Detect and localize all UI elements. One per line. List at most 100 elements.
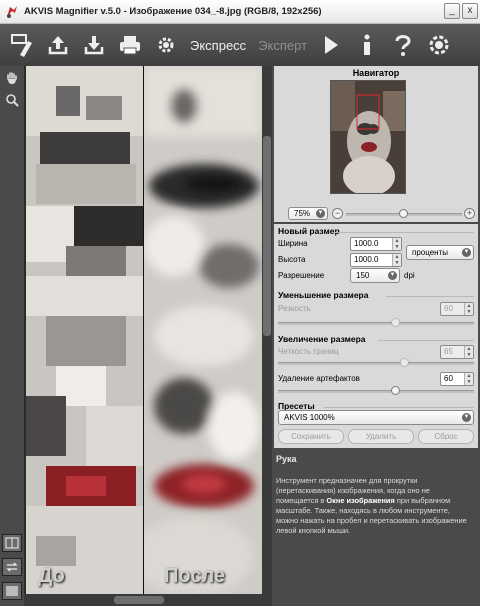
- artifact-removal-value: 60: [444, 374, 453, 383]
- help-title: Рука: [276, 454, 297, 464]
- preferences-icon: [429, 35, 449, 55]
- help-text-bold: Окне изображения: [326, 496, 395, 505]
- preset-select[interactable]: AKVIS 1000% ▼: [278, 410, 474, 425]
- print-button[interactable]: [112, 27, 148, 63]
- after-preview-image: [144, 66, 262, 594]
- zoom-in-button[interactable]: +: [464, 208, 475, 219]
- hand-tool-button[interactable]: [2, 68, 22, 88]
- close-button[interactable]: x: [462, 3, 478, 19]
- save-button[interactable]: [76, 27, 112, 63]
- resolution-unit: dpi: [404, 271, 415, 280]
- vertical-scrollbar[interactable]: [262, 66, 272, 594]
- single-view-button[interactable]: [2, 582, 22, 600]
- edge-sharpness-value: 65: [444, 347, 453, 356]
- before-preview-image: [26, 66, 144, 594]
- run-icon: [325, 36, 339, 54]
- resolution-label: Разрешение: [278, 271, 325, 280]
- chevron-down-icon: ▼: [462, 248, 471, 257]
- upload-icon: [48, 36, 68, 55]
- spinner-arrows-icon[interactable]: ▲ ▼: [464, 303, 473, 315]
- help-icon: [395, 35, 411, 56]
- spinner-arrows-icon[interactable]: ▲ ▼: [464, 373, 473, 385]
- tool-column: [0, 66, 24, 606]
- chevron-down-icon: ▼: [462, 413, 471, 422]
- settings-panel: Навигатор 75% ▼ − + Новый размер Ширина …: [272, 66, 480, 606]
- help-button[interactable]: [385, 27, 421, 63]
- spinner-arrows-icon[interactable]: ▲ ▼: [464, 346, 473, 358]
- artifact-removal-slider-thumb[interactable]: [390, 386, 400, 395]
- batch-settings-button[interactable]: [148, 27, 184, 63]
- main-toolbar: Экспресс Эксперт: [0, 24, 480, 66]
- split-view-icon: [5, 537, 19, 549]
- brush-button[interactable]: [4, 27, 40, 63]
- spinner-arrows-icon[interactable]: ▲ ▼: [392, 254, 401, 266]
- hand-icon: [7, 72, 17, 84]
- new-size-title: Новый размер: [278, 226, 340, 236]
- horizontal-scroll-thumb[interactable]: [114, 596, 164, 604]
- sharpness-label: Резкость: [278, 304, 311, 313]
- new-size-panel: Новый размер Ширина 1000.0 ▲ ▼ проценты ▼…: [274, 224, 478, 448]
- swap-view-button[interactable]: [2, 558, 22, 576]
- chevron-down-icon: ▼: [316, 209, 325, 218]
- height-input[interactable]: 1000.0 ▲ ▼: [350, 253, 402, 267]
- info-button[interactable]: [349, 27, 385, 63]
- save-preset-button[interactable]: Сохранить: [278, 429, 344, 444]
- edge-sharpness-label: Четкость границ: [278, 347, 339, 356]
- zoom-slider-thumb[interactable]: [399, 209, 408, 218]
- preferences-button[interactable]: [421, 27, 457, 63]
- unit-select[interactable]: проценты ▼: [406, 245, 474, 260]
- single-view-icon: [6, 586, 18, 596]
- height-value: 1000.0: [354, 255, 379, 264]
- sharpness-input[interactable]: 60 ▲ ▼: [440, 302, 474, 316]
- resolution-select[interactable]: 150 ▼: [350, 268, 400, 283]
- resolution-value: 150: [356, 271, 370, 280]
- navigator-thumbnail[interactable]: [330, 80, 406, 194]
- reduce-size-title: Уменьшение размера: [278, 290, 369, 300]
- sharpness-slider-thumb[interactable]: [390, 318, 400, 327]
- navigator-panel: Навигатор 75% ▼ − +: [274, 66, 478, 222]
- width-input[interactable]: 1000.0 ▲ ▼: [350, 237, 402, 251]
- group-separator: [378, 340, 474, 341]
- delete-preset-button[interactable]: Удалить: [348, 429, 414, 444]
- tab-expert[interactable]: Эксперт: [258, 38, 307, 53]
- zoom-tool-button[interactable]: [2, 90, 22, 110]
- artifact-removal-input[interactable]: 60 ▲ ▼: [440, 372, 474, 386]
- group-separator: [334, 232, 474, 233]
- edge-sharpness-input[interactable]: 65 ▲ ▼: [440, 345, 474, 359]
- horizontal-scrollbar[interactable]: [24, 594, 272, 606]
- split-view-button[interactable]: [2, 534, 22, 552]
- settings-gear-icon: [158, 37, 174, 53]
- run-button[interactable]: [313, 27, 349, 63]
- title-bar: AKVIS Magnifier v.5.0 - Изображение 034_…: [0, 0, 480, 24]
- preset-value: AKVIS 1000%: [284, 413, 335, 422]
- artifact-removal-slider[interactable]: [278, 390, 474, 393]
- minimize-button[interactable]: _: [444, 3, 460, 19]
- zoom-value: 75%: [294, 209, 311, 218]
- after-label: После: [164, 565, 226, 587]
- window-title: AKVIS Magnifier v.5.0 - Изображение 034_…: [24, 6, 322, 17]
- print-icon: [120, 36, 140, 55]
- height-label: Высота: [278, 255, 306, 264]
- tab-express[interactable]: Экспресс: [190, 38, 246, 53]
- vertical-scroll-thumb[interactable]: [263, 136, 271, 336]
- help-text: Инструмент предназначен для прокрутки (п…: [276, 476, 472, 536]
- before-label: До: [38, 565, 65, 587]
- download-icon: [84, 36, 104, 55]
- spinner-arrows-icon[interactable]: ▲ ▼: [392, 238, 401, 250]
- unit-value: проценты: [412, 248, 449, 257]
- group-separator: [324, 407, 474, 408]
- sharpness-value: 60: [444, 304, 453, 313]
- sharpness-slider[interactable]: [278, 322, 474, 325]
- before-pane: До: [26, 66, 144, 594]
- reset-preset-button[interactable]: Сброс: [418, 429, 474, 444]
- navigator-preview-image: [331, 81, 405, 193]
- artifact-removal-label: Удаление артефактов: [278, 374, 360, 383]
- edge-sharpness-slider[interactable]: [278, 362, 474, 365]
- zoom-out-button[interactable]: −: [332, 208, 343, 219]
- image-window[interactable]: До После: [24, 66, 272, 594]
- edge-sharpness-slider-thumb[interactable]: [400, 358, 410, 367]
- zoom-select[interactable]: 75% ▼: [288, 207, 328, 220]
- swap-icon: [6, 562, 18, 572]
- enlarge-size-title: Увеличение размера: [278, 334, 366, 344]
- open-button[interactable]: [40, 27, 76, 63]
